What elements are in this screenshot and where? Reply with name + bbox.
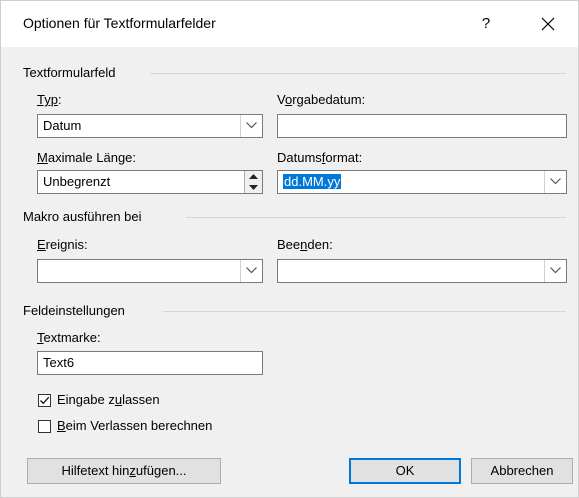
- default-date-input[interactable]: [277, 114, 567, 138]
- ok-button[interactable]: OK: [349, 458, 461, 484]
- title-bar: Optionen für Textformularfelder ?: [1, 1, 578, 47]
- spin-up-button[interactable]: [245, 171, 262, 182]
- date-format-combo[interactable]: dd.MM.yy: [277, 170, 567, 194]
- add-help-text-button[interactable]: Hilfetext hinzufügen...: [27, 458, 221, 484]
- max-length-stepper[interactable]: Unbegrenzt: [37, 170, 263, 194]
- allow-input-label[interactable]: Eingabe zulassen: [57, 392, 160, 407]
- exit-macro-label: Beenden:: [277, 237, 333, 252]
- triangle-up-icon: [249, 174, 258, 179]
- bookmark-label: Textmarke:: [37, 330, 101, 345]
- group-divider: [150, 73, 566, 74]
- triangle-down-icon: [249, 185, 258, 190]
- calc-on-exit-label[interactable]: Beim Verlassen berechnen: [57, 418, 212, 433]
- exit-macro-dropdown[interactable]: [544, 260, 566, 282]
- text-form-field-options-dialog: Optionen für Textformularfelder ? Textfo…: [0, 0, 579, 498]
- date-format-label: Datumsformat:: [277, 150, 363, 165]
- field-settings-group-label: Feldeinstellungen: [23, 303, 125, 318]
- type-select-dropdown[interactable]: [240, 115, 262, 137]
- textfield-group-label: Textformularfeld: [23, 65, 116, 80]
- type-select-value: Datum: [43, 118, 82, 133]
- spinner: [244, 171, 262, 193]
- spin-down-button[interactable]: [245, 182, 262, 193]
- checkmark-icon: [40, 396, 50, 405]
- cancel-button[interactable]: Abbrechen: [471, 458, 573, 484]
- chevron-down-icon: [246, 267, 257, 274]
- macro-group-label: Makro ausführen bei: [23, 209, 142, 224]
- allow-input-checkbox[interactable]: [38, 394, 51, 407]
- group-divider: [186, 217, 566, 218]
- chevron-down-icon: [246, 122, 257, 129]
- bookmark-value: Text6: [43, 355, 75, 370]
- entry-macro-dropdown[interactable]: [240, 260, 262, 282]
- dialog-title: Optionen für Textformularfelder: [23, 15, 216, 31]
- group-divider: [163, 311, 566, 312]
- date-format-dropdown[interactable]: [544, 171, 566, 193]
- chevron-down-icon: [550, 178, 561, 185]
- default-date-label: Vorgabedatum:: [277, 92, 366, 107]
- entry-macro-label: Ereignis:: [37, 237, 88, 252]
- max-length-value: Unbegrenzt: [43, 174, 111, 189]
- exit-macro-select[interactable]: [277, 259, 567, 283]
- close-icon: [541, 17, 555, 31]
- close-button[interactable]: [531, 9, 565, 39]
- type-label: Typ:: [37, 92, 62, 107]
- date-format-value[interactable]: dd.MM.yy: [283, 174, 342, 189]
- calc-on-exit-checkbox[interactable]: [38, 420, 51, 433]
- entry-macro-select[interactable]: [37, 259, 263, 283]
- max-length-label: Maximale Länge:: [37, 150, 137, 165]
- bookmark-input[interactable]: Text6: [37, 351, 263, 375]
- help-button[interactable]: ?: [471, 11, 501, 37]
- chevron-down-icon: [550, 267, 561, 274]
- type-select[interactable]: Datum: [37, 114, 263, 138]
